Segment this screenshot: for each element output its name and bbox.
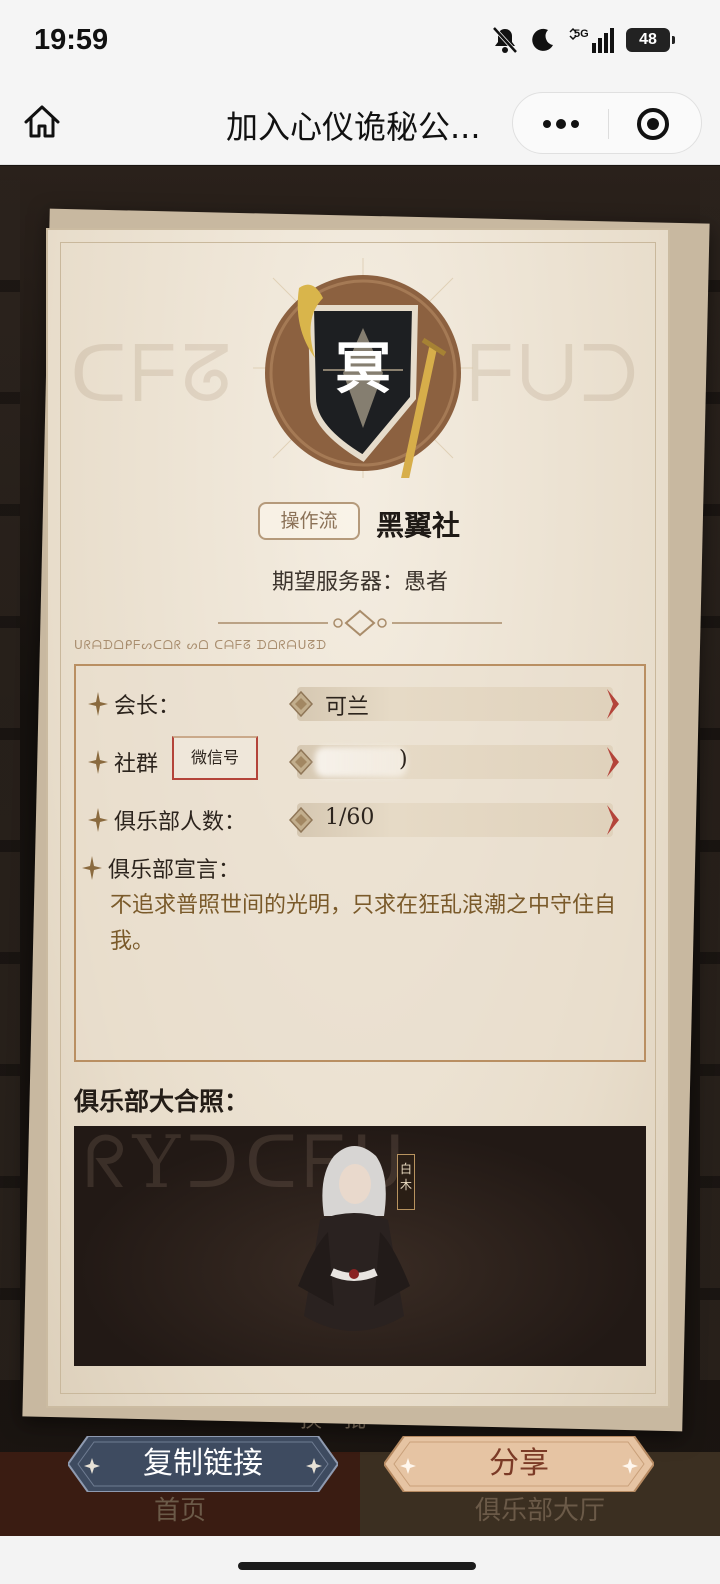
share-button[interactable]: 分享 [384, 1436, 654, 1492]
status-time: 19:59 [34, 24, 109, 56]
arrow-right-icon [607, 689, 619, 719]
members-field: 1/60 [289, 801, 621, 839]
background-left-strip [0, 180, 20, 1380]
emblem-character: 冥 [335, 336, 391, 402]
sparkle-icon [88, 692, 108, 716]
more-icon[interactable] [539, 109, 583, 139]
copy-link-button[interactable]: 复制链接 [68, 1436, 338, 1492]
decorative-script: ᑌᖇᗩᗪᗝᑭᖴᔕᑕᗝᖇ ᔕᗝ ᑕᗩᖴᘔ ᗪᗝᖇᗩᑌᘔᗪ [74, 638, 328, 652]
members-label: 俱乐部人数： [114, 810, 247, 835]
leader-label: 会长： [114, 694, 181, 719]
share-label: 分享 [489, 1446, 549, 1481]
battery-icon: 48 [626, 28, 675, 52]
status-icons: 5G 48 [492, 26, 675, 54]
group-row: 社群 微信号 ) [76, 736, 646, 782]
diamond-icon [289, 749, 313, 775]
wechat-button[interactable]: 微信号 [172, 736, 258, 780]
members-count: 1/60 [325, 805, 375, 830]
diamond-icon [289, 807, 313, 833]
system-bottom-bar [0, 1536, 720, 1584]
members-row: 俱乐部人数： 1/60 [76, 800, 646, 840]
group-photo-title: 俱乐部大合照： [74, 1087, 250, 1116]
capsule-divider [608, 109, 609, 139]
bell-off-icon [492, 26, 518, 54]
page-title: 加入心仪诡秘公... [226, 108, 481, 146]
group-photo: ᖇYᑐᑕᖴᑌ 白木 [74, 1126, 646, 1366]
arrow-right-icon [607, 805, 619, 835]
divider-ornament [218, 609, 502, 637]
blurred-group-id [315, 747, 407, 777]
club-card: ᑕᖴᘔ ᖴᑌᑐ 冥 操作流 黑翼社 期望服务器：愚者 ᑌᖇᗩᗪᗝᑭᖴᔕᑕᗝᖇ ᔕ… [46, 228, 670, 1408]
manifesto-label: 俱乐部宣言： [108, 858, 241, 883]
arrow-right-icon [607, 747, 619, 777]
club-info-box: 会长： 可兰 社群 微信号 ) 俱乐部人数： 1/60 俱乐部宣言： 不追求普照… [74, 664, 646, 1062]
sparkle-icon [88, 750, 108, 774]
expected-server: 期望服务器：愚者 [271, 570, 448, 595]
target-icon[interactable] [635, 106, 671, 142]
group-value: ) [399, 747, 408, 772]
sparkle-icon [88, 808, 108, 832]
sparkle-icon [82, 856, 102, 880]
nav-bar: 加入心仪诡秘公... [0, 82, 720, 165]
leader-name: 可兰 [325, 695, 370, 720]
leader-field: 可兰 [289, 685, 621, 723]
capsule-menu [512, 92, 702, 154]
copy-link-label: 复制链接 [143, 1446, 263, 1481]
moon-icon [532, 28, 553, 51]
member-name-tag: 白木 [397, 1154, 415, 1210]
manifesto-text: 不追求普照世间的光明，只求在狂乱浪潮之中守住自我。 [110, 893, 617, 954]
group-label: 社群 [114, 752, 159, 777]
leader-row: 会长： 可兰 [76, 684, 646, 724]
home-icon[interactable] [22, 102, 62, 142]
signal-icon: 5G [569, 27, 614, 53]
watermark-left: ᑕᖴᘔ [70, 330, 236, 420]
watermark-right: ᖴᑌᑐ [468, 330, 643, 420]
group-field[interactable]: ) [289, 743, 621, 781]
network-label: 5G [574, 28, 589, 40]
diamond-icon [289, 691, 313, 717]
style-tag: 操作流 [258, 502, 360, 540]
status-bar: 19:59 5G 48 [0, 0, 720, 82]
club-name: 黑翼社 [376, 509, 461, 542]
home-indicator[interactable] [238, 1562, 476, 1570]
club-emblem: 冥 [253, 258, 473, 478]
